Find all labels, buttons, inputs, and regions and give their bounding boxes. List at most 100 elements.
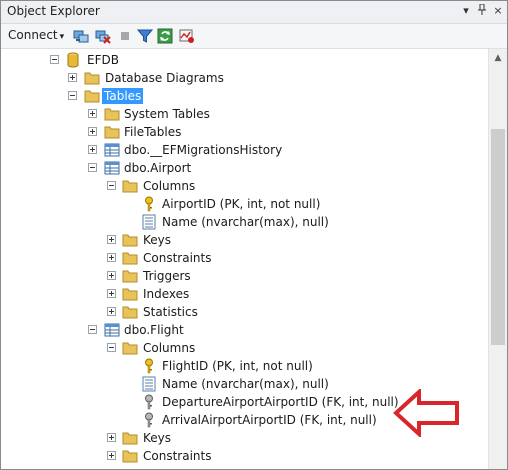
tree-label-system-tables: System Tables [124,107,210,121]
tree-label-airport-triggers: Triggers [143,269,191,283]
collapse-icon[interactable] [68,91,77,100]
tree-node-airport-keys[interactable]: Keys [1,231,489,249]
tree-node-airport-statistics[interactable]: Statistics [1,303,489,321]
tree-label-arrival-airport-id: ArrivalAirportAirportID (FK, int, null) [162,413,377,427]
column-icon [142,376,156,392]
tree-label-flight-columns: Columns [143,341,196,355]
vertical-scrollbar[interactable]: ▲ [488,49,507,469]
folder-open-icon [84,90,100,103]
window-title: Object Explorer [7,4,100,18]
filter-icon[interactable] [137,28,153,44]
title-bar: Object Explorer ▾ × [1,1,507,24]
tree-node-database-diagrams[interactable]: Database Diagrams [1,69,489,87]
disconnect-icon[interactable] [95,28,111,44]
collapse-icon[interactable] [50,55,59,64]
folder-icon [122,252,138,265]
tree-node-airport-triggers[interactable]: Triggers [1,267,489,285]
expand-icon[interactable] [107,253,116,262]
tree-label-flight-keys: Keys [143,431,172,445]
collapse-icon[interactable] [107,343,116,352]
tree-node-tables[interactable]: Tables [1,87,489,105]
expand-icon[interactable] [68,73,77,82]
scrollbar-thumb[interactable] [491,129,505,345]
auto-hide-pin-icon[interactable] [475,3,489,18]
folder-icon [122,270,138,283]
folder-icon [122,306,138,319]
expand-icon[interactable] [107,307,116,316]
folder-icon [122,450,138,463]
primary-key-icon [145,358,153,374]
tree-node-airport-constraints[interactable]: Constraints [1,249,489,267]
tree-label-flight-constraints: Constraints [143,449,212,463]
tree-node-flight-columns[interactable]: Columns [1,339,489,357]
tree-node-dbo-airport[interactable]: dbo.Airport [1,159,489,177]
collapse-icon[interactable] [88,325,97,334]
foreign-key-icon [145,394,153,410]
folder-icon [122,288,138,301]
tree-node-airport-indexes[interactable]: Indexes [1,285,489,303]
tree-node-flight-constraints[interactable]: Constraints [1,447,489,465]
expand-icon[interactable] [107,433,116,442]
tree-node-ef-migrations-history[interactable]: dbo.__EFMigrationsHistory [1,141,489,159]
folder-icon [122,234,138,247]
tree-label-ef-migrations-history: dbo.__EFMigrationsHistory [124,143,283,157]
activity-monitor-icon[interactable] [179,28,195,44]
connect-object-explorer-icon[interactable] [73,28,89,44]
expand-icon[interactable] [88,145,97,154]
expand-icon[interactable] [88,109,97,118]
collapse-icon[interactable] [88,163,97,172]
tree-label-dbo-flight: dbo.Flight [124,323,184,337]
folder-open-icon [122,180,138,193]
tree-label-airport-columns: Columns [143,179,196,193]
expand-icon[interactable] [107,235,116,244]
tree-label-airport-statistics: Statistics [143,305,198,319]
expand-icon[interactable] [107,451,116,460]
folder-open-icon [122,342,138,355]
tree-label-tables: Tables [102,88,144,104]
foreign-key-icon [145,412,153,428]
annotation-arrow-icon [393,389,459,437]
folder-icon [104,126,120,139]
primary-key-icon [145,196,153,212]
expand-icon[interactable] [107,289,116,298]
expand-icon[interactable] [88,127,97,136]
tree-label-airport-constraints: Constraints [143,251,212,265]
tree-label-database-diagrams: Database Diagrams [105,71,224,85]
tree-label-filetables: FileTables [124,125,182,139]
tree-label-airport-name: Name (nvarchar(max), null) [162,215,329,229]
tree-node-dbo-flight[interactable]: dbo.Flight [1,321,489,339]
table-icon [104,161,120,175]
tree-label-efdb: EFDB [87,53,119,67]
collapse-icon[interactable] [107,181,116,190]
tree-label-departure-airport-id: DepartureAirportAirportID (FK, int, null… [162,395,399,409]
tree-label-airport-indexes: Indexes [143,287,190,301]
folder-icon [104,108,120,121]
connect-label: Connect [8,28,58,42]
table-icon [104,323,120,337]
folder-icon [122,432,138,445]
tree-node-column-airportid[interactable]: AirportID (PK, int, not null) [1,195,489,213]
object-explorer-window: Object Explorer ▾ × Connect ▾ EFDB Datab… [0,0,508,470]
column-icon [142,214,156,230]
object-explorer-toolbar: Connect ▾ [1,24,507,49]
tree-node-column-airport-name[interactable]: Name (nvarchar(max), null) [1,213,489,231]
refresh-icon[interactable] [157,28,173,44]
tree-node-column-flightid[interactable]: FlightID (PK, int, not null) [1,357,489,375]
connect-button[interactable]: Connect ▾ [8,28,64,42]
tree-node-efdb[interactable]: EFDB [1,51,489,69]
scroll-up-icon[interactable]: ▲ [489,49,507,67]
tree-label-airport-keys: Keys [143,233,172,247]
tree-node-filetables[interactable]: FileTables [1,123,489,141]
tree-node-airport-columns[interactable]: Columns [1,177,489,195]
close-icon[interactable]: × [491,4,505,18]
stop-icon[interactable] [117,28,133,44]
tree-label-flightid: FlightID (PK, int, not null) [162,359,313,373]
table-icon [104,143,120,157]
tree-label-airportid: AirportID (PK, int, not null) [162,197,321,211]
folder-icon [84,72,100,85]
expand-icon[interactable] [107,271,116,280]
window-menu-dropdown-icon[interactable]: ▾ [459,4,473,18]
chevron-down-icon: ▾ [59,32,65,42]
tree-label-flight-name: Name (nvarchar(max), null) [162,377,329,391]
tree-node-system-tables[interactable]: System Tables [1,105,489,123]
